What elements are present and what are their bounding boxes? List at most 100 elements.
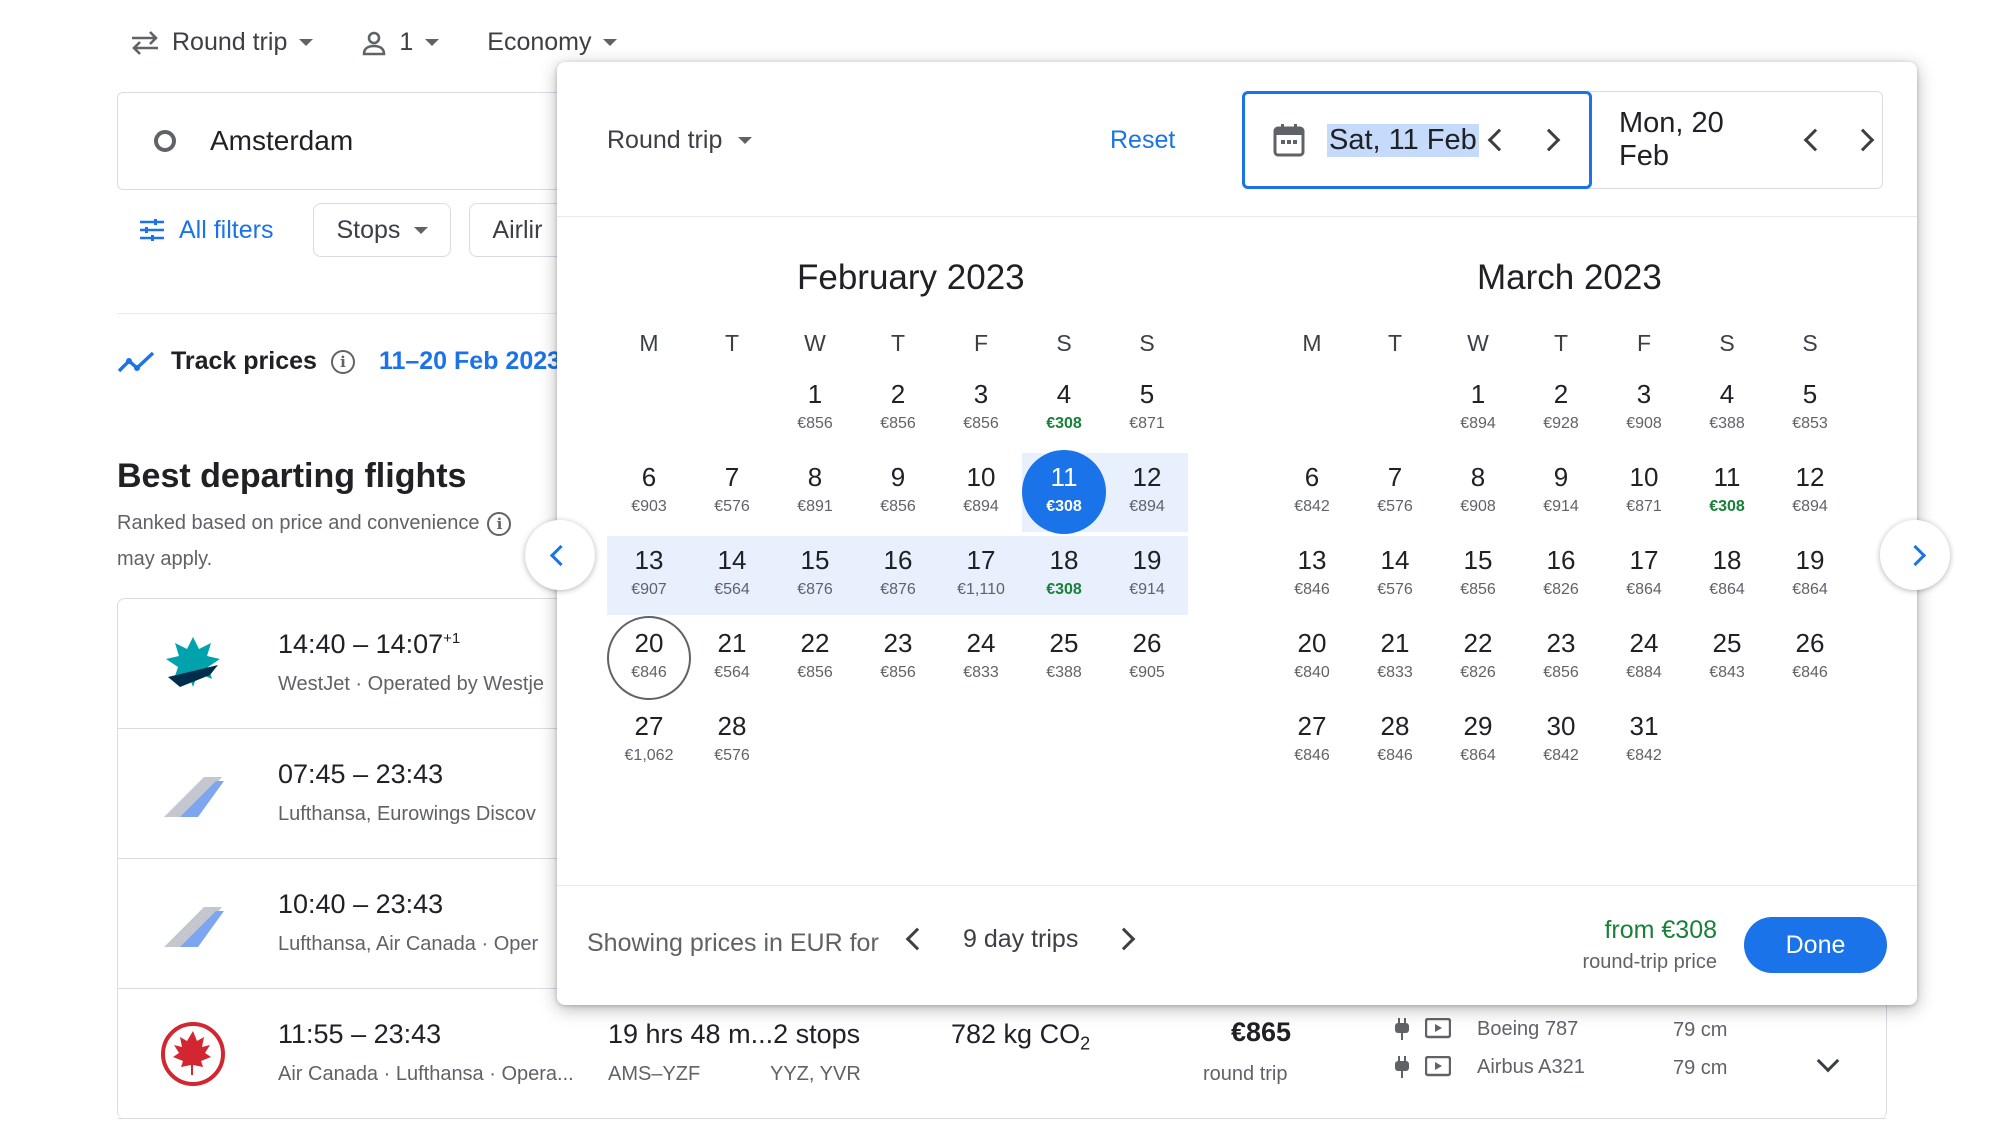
calendar-day[interactable]: 30 €842 [1519,699,1603,783]
calendar-day[interactable]: 27 €846 [1270,699,1354,783]
calendar-prev-month-button[interactable] [525,520,595,590]
calendar-day[interactable]: 8 €908 [1436,450,1520,534]
departure-prev-button[interactable] [1479,120,1519,160]
calendar-day[interactable]: 5 €871 [1105,367,1189,451]
all-filters-button[interactable]: All filters [117,203,295,257]
calendar-day[interactable]: 26 €846 [1768,616,1852,700]
calendar-day[interactable]: 22 €826 [1436,616,1520,700]
calendar-day[interactable]: 13 €846 [1270,533,1354,617]
calendar-day[interactable]: 5 €853 [1768,367,1852,451]
day-price: €826 [1543,581,1579,598]
calendar-day[interactable]: 3 €856 [939,367,1023,451]
calendar-day[interactable]: 26 €905 [1105,616,1189,700]
calendar-day[interactable]: 1 €894 [1436,367,1520,451]
calendar-day[interactable]: 1 €856 [773,367,857,451]
flight-times: 14:40 – 14:07+1 [278,629,460,660]
flight-row[interactable]: 11:55 – 23:43 Air Canada · Lufthansa · O… [118,989,1886,1119]
calendar-day[interactable]: 24 €884 [1602,616,1686,700]
calendar-day[interactable]: 23 €856 [856,616,940,700]
popup-trip-type-select[interactable]: Round trip [607,126,753,155]
calendar-day[interactable]: 16 €876 [856,533,940,617]
calendar-day[interactable]: 4 €388 [1685,367,1769,451]
day-price: €388 [1709,415,1745,432]
calendar-day[interactable]: 4 €308 [1022,367,1106,451]
info-icon[interactable]: i [330,349,355,374]
calendar-day[interactable]: 31 €842 [1602,699,1686,783]
calendar-day[interactable]: 12 €894 [1768,450,1852,534]
calendar-day[interactable]: 18 €308 [1022,533,1106,617]
calendar-day[interactable]: 14 €564 [690,533,774,617]
flight-airline: Lufthansa, Air Canada · Oper [278,933,539,955]
calendar-day[interactable]: 23 €856 [1519,616,1603,700]
calendar-day[interactable]: 11 €308 [1022,450,1106,534]
calendar-day[interactable]: 29 €864 [1436,699,1520,783]
calendar-day[interactable]: 25 €388 [1022,616,1106,700]
calendar-day[interactable]: 9 €856 [856,450,940,534]
calendar-day[interactable]: 8 €891 [773,450,857,534]
calendar-day[interactable]: 3 €908 [1602,367,1686,451]
day-number: 9 [890,462,906,492]
calendar-day[interactable]: 2 €928 [1519,367,1603,451]
calendar-day[interactable]: 15 €856 [1436,533,1520,617]
caret-down-icon [414,226,429,234]
calendar-day[interactable]: 25 €843 [1685,616,1769,700]
return-next-button[interactable] [1844,120,1882,160]
calendar-day[interactable]: 2 €856 [856,367,940,451]
day-price: €856 [797,664,833,681]
calendar-day[interactable]: 21 €833 [1353,616,1437,700]
calendar-day[interactable]: 28 €846 [1353,699,1437,783]
flight-times: 07:45 – 23:43 [278,759,443,790]
return-date-input[interactable]: Mon, 20 Feb [1593,92,1882,188]
day-price: €856 [880,415,916,432]
calendar-day[interactable]: 19 €914 [1105,533,1189,617]
calendar-day[interactable]: 6 €842 [1270,450,1354,534]
calendar-day[interactable]: 20 €840 [1270,616,1354,700]
calendar-day[interactable]: 18 €864 [1685,533,1769,617]
cabin-select[interactable]: Economy [487,28,618,57]
calendar-day[interactable]: 9 €914 [1519,450,1603,534]
departure-date-input[interactable]: Sat, 11 Feb [1242,91,1592,189]
trip-length-prev-button[interactable] [897,919,937,959]
calendar-day[interactable]: 10 €894 [939,450,1023,534]
calendar-day[interactable]: 13 €907 [607,533,691,617]
done-button[interactable]: Done [1744,917,1887,973]
calendar-day[interactable]: 22 €856 [773,616,857,700]
calendar-day[interactable]: 19 €864 [1768,533,1852,617]
calendar-day[interactable]: 17 €1,110 [939,533,1023,617]
calendar-day[interactable]: 10 €871 [1602,450,1686,534]
day-number: 16 [883,545,913,575]
airlines-filter-chip[interactable]: Airlir [469,203,566,257]
chevron-left-icon [549,544,571,566]
flight-emissions: 782 kg CO2 [951,1019,1090,1054]
day-price: €908 [1460,498,1496,515]
calendar-day[interactable]: 7 €576 [690,450,774,534]
stops-label: Stops [336,215,401,244]
day-price: €853 [1792,415,1828,432]
stops-filter-chip[interactable]: Stops [313,203,452,257]
calendar-day[interactable]: 16 €826 [1519,533,1603,617]
calendar-day[interactable]: 11 €308 [1685,450,1769,534]
calendar-day[interactable]: 24 €833 [939,616,1023,700]
departure-next-button[interactable] [1529,120,1569,160]
trip-length-next-button[interactable] [1104,919,1144,959]
passengers-select[interactable]: 1 [361,28,440,57]
calendar-day[interactable]: 20 €846 [607,616,691,700]
calendar-day[interactable]: 6 €903 [607,450,691,534]
reset-button[interactable]: Reset [1110,126,1175,155]
calendar-day[interactable]: 15 €876 [773,533,857,617]
trip-type-select[interactable]: Round trip [130,28,314,57]
expand-flight-button[interactable] [1808,1041,1848,1081]
return-prev-button[interactable] [1796,120,1834,160]
calendar-day[interactable]: 12 €894 [1105,450,1189,534]
day-price: €914 [1129,581,1165,598]
info-icon[interactable]: i [487,511,512,536]
calendar-day[interactable]: 21 €564 [690,616,774,700]
calendar-day[interactable]: 27 €1,062 [607,699,691,783]
chevron-right-icon [1113,927,1136,951]
calendar-day[interactable]: 14 €576 [1353,533,1437,617]
calendar-day[interactable]: 17 €864 [1602,533,1686,617]
date-picker-dialog: Round trip Reset Sat, 11 Feb Mon, 20 Feb… [557,62,1917,1005]
calendar-day[interactable]: 28 €576 [690,699,774,783]
calendar-day[interactable]: 7 €576 [1353,450,1437,534]
calendar-next-month-button[interactable] [1880,520,1950,590]
